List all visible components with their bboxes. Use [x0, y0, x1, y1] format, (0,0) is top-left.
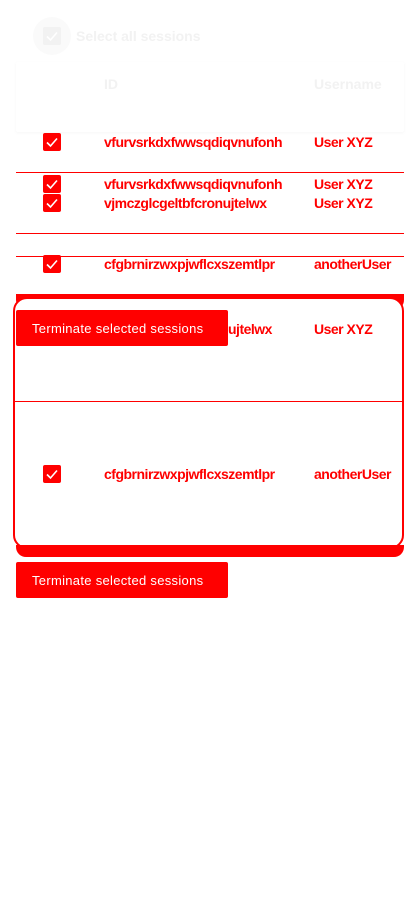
- row-checkbox[interactable]: [43, 133, 61, 151]
- row-id: vfurvsrkdxfwwsqdiqvnufonh: [104, 134, 283, 150]
- row-id: cfgbrnirzwxpjwflcxszemtlpr: [104, 466, 275, 482]
- column-header-username: Username: [314, 76, 382, 92]
- row-username: anotherUser: [314, 466, 391, 482]
- row-checkbox[interactable]: [43, 465, 61, 483]
- row-username: User XYZ: [314, 321, 373, 337]
- row-divider: [16, 172, 404, 173]
- panel-bottom-bar: [16, 545, 404, 557]
- select-all-checkbox[interactable]: [43, 27, 61, 45]
- row-id: vfurvsrkdxfwwsqdiqvnufonh: [104, 176, 283, 192]
- row-username: User XYZ: [314, 134, 373, 150]
- row-divider: [16, 233, 404, 234]
- row-checkbox[interactable]: [43, 255, 61, 273]
- column-header-id: ID: [104, 76, 118, 92]
- row-id: cfgbrnirzwxpjwflcxszemtlpr: [104, 256, 275, 272]
- select-all-label: Select all sessions: [76, 28, 201, 44]
- row-username: User XYZ: [314, 195, 373, 211]
- row-username: anotherUser: [314, 256, 391, 272]
- row-checkbox[interactable]: [43, 194, 61, 212]
- row-id: vjmczglcgeltbfcronujtelwx: [104, 195, 267, 211]
- check-icon: [46, 179, 58, 190]
- check-icon: [46, 259, 58, 270]
- table-header-panel: [16, 62, 404, 132]
- check-icon: [46, 31, 58, 42]
- terminate-sessions-button-overlay[interactable]: Terminate selected sessions: [16, 310, 228, 346]
- row-username: User XYZ: [314, 176, 373, 192]
- row-id-partial: ujtelwx: [228, 321, 272, 337]
- row-checkbox[interactable]: [43, 175, 61, 193]
- row-divider: [15, 401, 402, 402]
- check-icon: [46, 198, 58, 209]
- check-icon: [46, 137, 58, 148]
- terminate-sessions-button[interactable]: Terminate selected sessions: [16, 562, 228, 598]
- check-icon: [46, 469, 58, 480]
